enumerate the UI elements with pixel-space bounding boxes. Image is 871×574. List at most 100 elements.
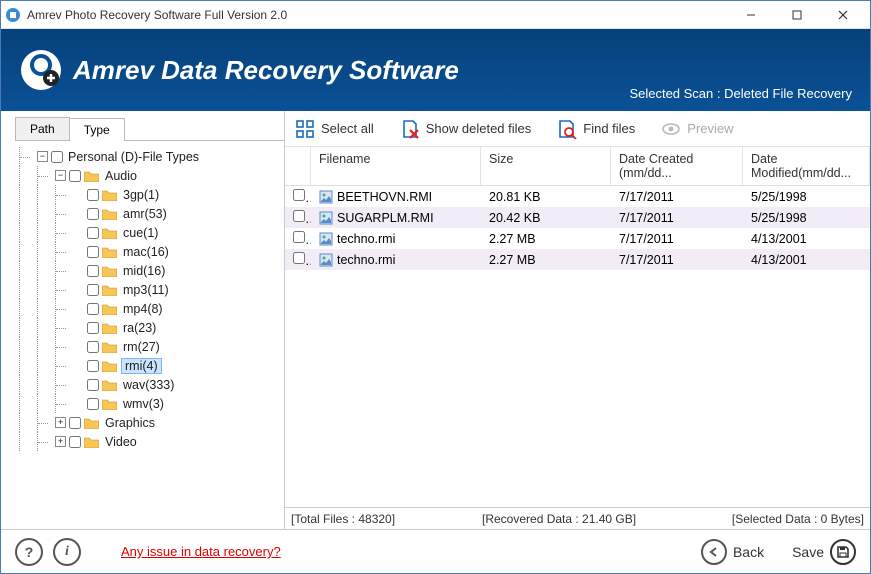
left-panel: Path Type −Personal (D)-File Types−Audio… xyxy=(1,111,285,529)
cell-date-created: 7/17/2011 xyxy=(611,190,743,204)
tree-label[interactable]: ra(23) xyxy=(121,321,158,335)
tree-checkbox[interactable] xyxy=(69,170,81,182)
tab-type[interactable]: Type xyxy=(69,118,125,141)
tree-node[interactable]: 3gp(1) xyxy=(19,185,280,204)
show-deleted-button[interactable]: Show deleted files xyxy=(400,119,532,139)
tree-node[interactable]: mid(16) xyxy=(19,261,280,280)
tree-node[interactable]: ra(23) xyxy=(19,318,280,337)
help-button[interactable]: ? xyxy=(15,538,43,566)
row-checkbox[interactable] xyxy=(293,210,305,222)
cell-date-modified: 5/25/1998 xyxy=(743,190,870,204)
file-type-tree[interactable]: −Personal (D)-File Types−Audio3gp(1)amr(… xyxy=(15,141,284,529)
tree-label[interactable]: Personal (D)-File Types xyxy=(66,150,201,164)
table-row[interactable]: techno.rmi2.27 MB7/17/20114/13/2001 xyxy=(285,228,870,249)
tree-label[interactable]: Graphics xyxy=(103,416,157,430)
row-checkbox[interactable] xyxy=(293,252,305,264)
header-banner: Amrev Data Recovery Software Selected Sc… xyxy=(1,29,870,111)
tree-label[interactable]: rmi(4) xyxy=(121,358,162,374)
issue-link[interactable]: Any issue in data recovery? xyxy=(121,544,281,559)
close-button[interactable] xyxy=(820,1,866,29)
tree-checkbox[interactable] xyxy=(69,417,81,429)
row-checkbox[interactable] xyxy=(293,231,305,243)
file-table: Filename Size Date Created (mm/dd... Dat… xyxy=(285,147,870,507)
tree-node[interactable]: rm(27) xyxy=(19,337,280,356)
cell-date-modified: 5/25/1998 xyxy=(743,211,870,225)
find-files-button[interactable]: Find files xyxy=(557,119,635,139)
tree-node[interactable]: mp3(11) xyxy=(19,280,280,299)
tree-label[interactable]: wmv(3) xyxy=(121,397,166,411)
show-deleted-icon xyxy=(400,119,420,139)
tree-node[interactable]: cue(1) xyxy=(19,223,280,242)
tree-node[interactable]: mp4(8) xyxy=(19,299,280,318)
row-checkbox[interactable] xyxy=(293,189,305,201)
tree-checkbox[interactable] xyxy=(87,246,99,258)
tree-checkbox[interactable] xyxy=(87,379,99,391)
titlebar: Amrev Photo Recovery Software Full Versi… xyxy=(1,1,870,29)
tree-node[interactable]: + Graphics xyxy=(19,413,280,432)
tree-label[interactable]: wav(333) xyxy=(121,378,176,392)
show-deleted-label: Show deleted files xyxy=(426,121,532,136)
tree-checkbox[interactable] xyxy=(87,341,99,353)
tree-checkbox[interactable] xyxy=(69,436,81,448)
tab-path[interactable]: Path xyxy=(15,117,70,140)
tree-checkbox[interactable] xyxy=(87,265,99,277)
tree-label[interactable]: mac(16) xyxy=(121,245,171,259)
cell-filename: BEETHOVN.RMI xyxy=(311,190,481,204)
tree-label[interactable]: amr(53) xyxy=(121,207,169,221)
table-row[interactable]: techno.rmi2.27 MB7/17/20114/13/2001 xyxy=(285,249,870,270)
tree-checkbox[interactable] xyxy=(87,189,99,201)
app-logo-icon xyxy=(19,48,63,92)
save-button[interactable]: Save xyxy=(792,539,856,565)
app-icon xyxy=(5,7,21,23)
tree-label[interactable]: Audio xyxy=(103,169,139,183)
tree-label[interactable]: mp4(8) xyxy=(121,302,165,316)
status-total: [Total Files : 48320] xyxy=(291,512,482,526)
tree-checkbox[interactable] xyxy=(87,208,99,220)
tree-label[interactable]: rm(27) xyxy=(121,340,162,354)
tree-toggle-icon[interactable]: − xyxy=(55,170,66,181)
cell-date-created: 7/17/2011 xyxy=(611,253,743,267)
tree-toggle-icon[interactable]: − xyxy=(37,151,48,162)
tree-checkbox[interactable] xyxy=(51,151,63,163)
tree-toggle-icon[interactable]: + xyxy=(55,436,66,447)
tree-node[interactable]: amr(53) xyxy=(19,204,280,223)
info-button[interactable]: i xyxy=(53,538,81,566)
tree-checkbox[interactable] xyxy=(87,398,99,410)
status-recovered: [Recovered Data : 21.40 GB] xyxy=(482,512,673,526)
tree-label[interactable]: 3gp(1) xyxy=(121,188,161,202)
back-button[interactable]: Back xyxy=(701,539,764,565)
col-date-modified[interactable]: Date Modified(mm/dd... xyxy=(743,147,870,185)
maximize-button[interactable] xyxy=(774,1,820,29)
table-row[interactable]: SUGARPLM.RMI20.42 KB7/17/20115/25/1998 xyxy=(285,207,870,228)
tree-label[interactable]: mp3(11) xyxy=(121,283,171,297)
tree-checkbox[interactable] xyxy=(87,284,99,296)
tree-checkbox[interactable] xyxy=(87,303,99,315)
tree-checkbox[interactable] xyxy=(87,360,99,372)
col-size[interactable]: Size xyxy=(481,147,611,185)
preview-button: Preview xyxy=(661,119,733,139)
back-label: Back xyxy=(733,544,764,560)
tree-node[interactable]: rmi(4) xyxy=(19,356,280,375)
tree-label[interactable]: mid(16) xyxy=(121,264,167,278)
tree-label[interactable]: cue(1) xyxy=(121,226,160,240)
tree-checkbox[interactable] xyxy=(87,322,99,334)
tree-node[interactable]: mac(16) xyxy=(19,242,280,261)
cell-size: 2.27 MB xyxy=(481,232,611,246)
tree-node[interactable]: + Video xyxy=(19,432,280,451)
cell-filename: techno.rmi xyxy=(311,253,481,267)
tree-toggle-icon[interactable]: + xyxy=(55,417,66,428)
table-header: Filename Size Date Created (mm/dd... Dat… xyxy=(285,147,870,186)
tree-node[interactable]: wav(333) xyxy=(19,375,280,394)
minimize-button[interactable] xyxy=(728,1,774,29)
file-toolbar: Select all Show deleted files Find files… xyxy=(285,111,870,147)
table-row[interactable]: BEETHOVN.RMI20.81 KB7/17/20115/25/1998 xyxy=(285,186,870,207)
tree-node[interactable]: − Personal (D)-File Types xyxy=(19,147,280,166)
col-date-created[interactable]: Date Created (mm/dd... xyxy=(611,147,743,185)
window-title: Amrev Photo Recovery Software Full Versi… xyxy=(27,8,728,22)
tree-node[interactable]: − Audio xyxy=(19,166,280,185)
select-all-button[interactable]: Select all xyxy=(295,119,374,139)
col-filename[interactable]: Filename xyxy=(311,147,481,185)
tree-node[interactable]: wmv(3) xyxy=(19,394,280,413)
tree-checkbox[interactable] xyxy=(87,227,99,239)
tree-label[interactable]: Video xyxy=(103,435,139,449)
